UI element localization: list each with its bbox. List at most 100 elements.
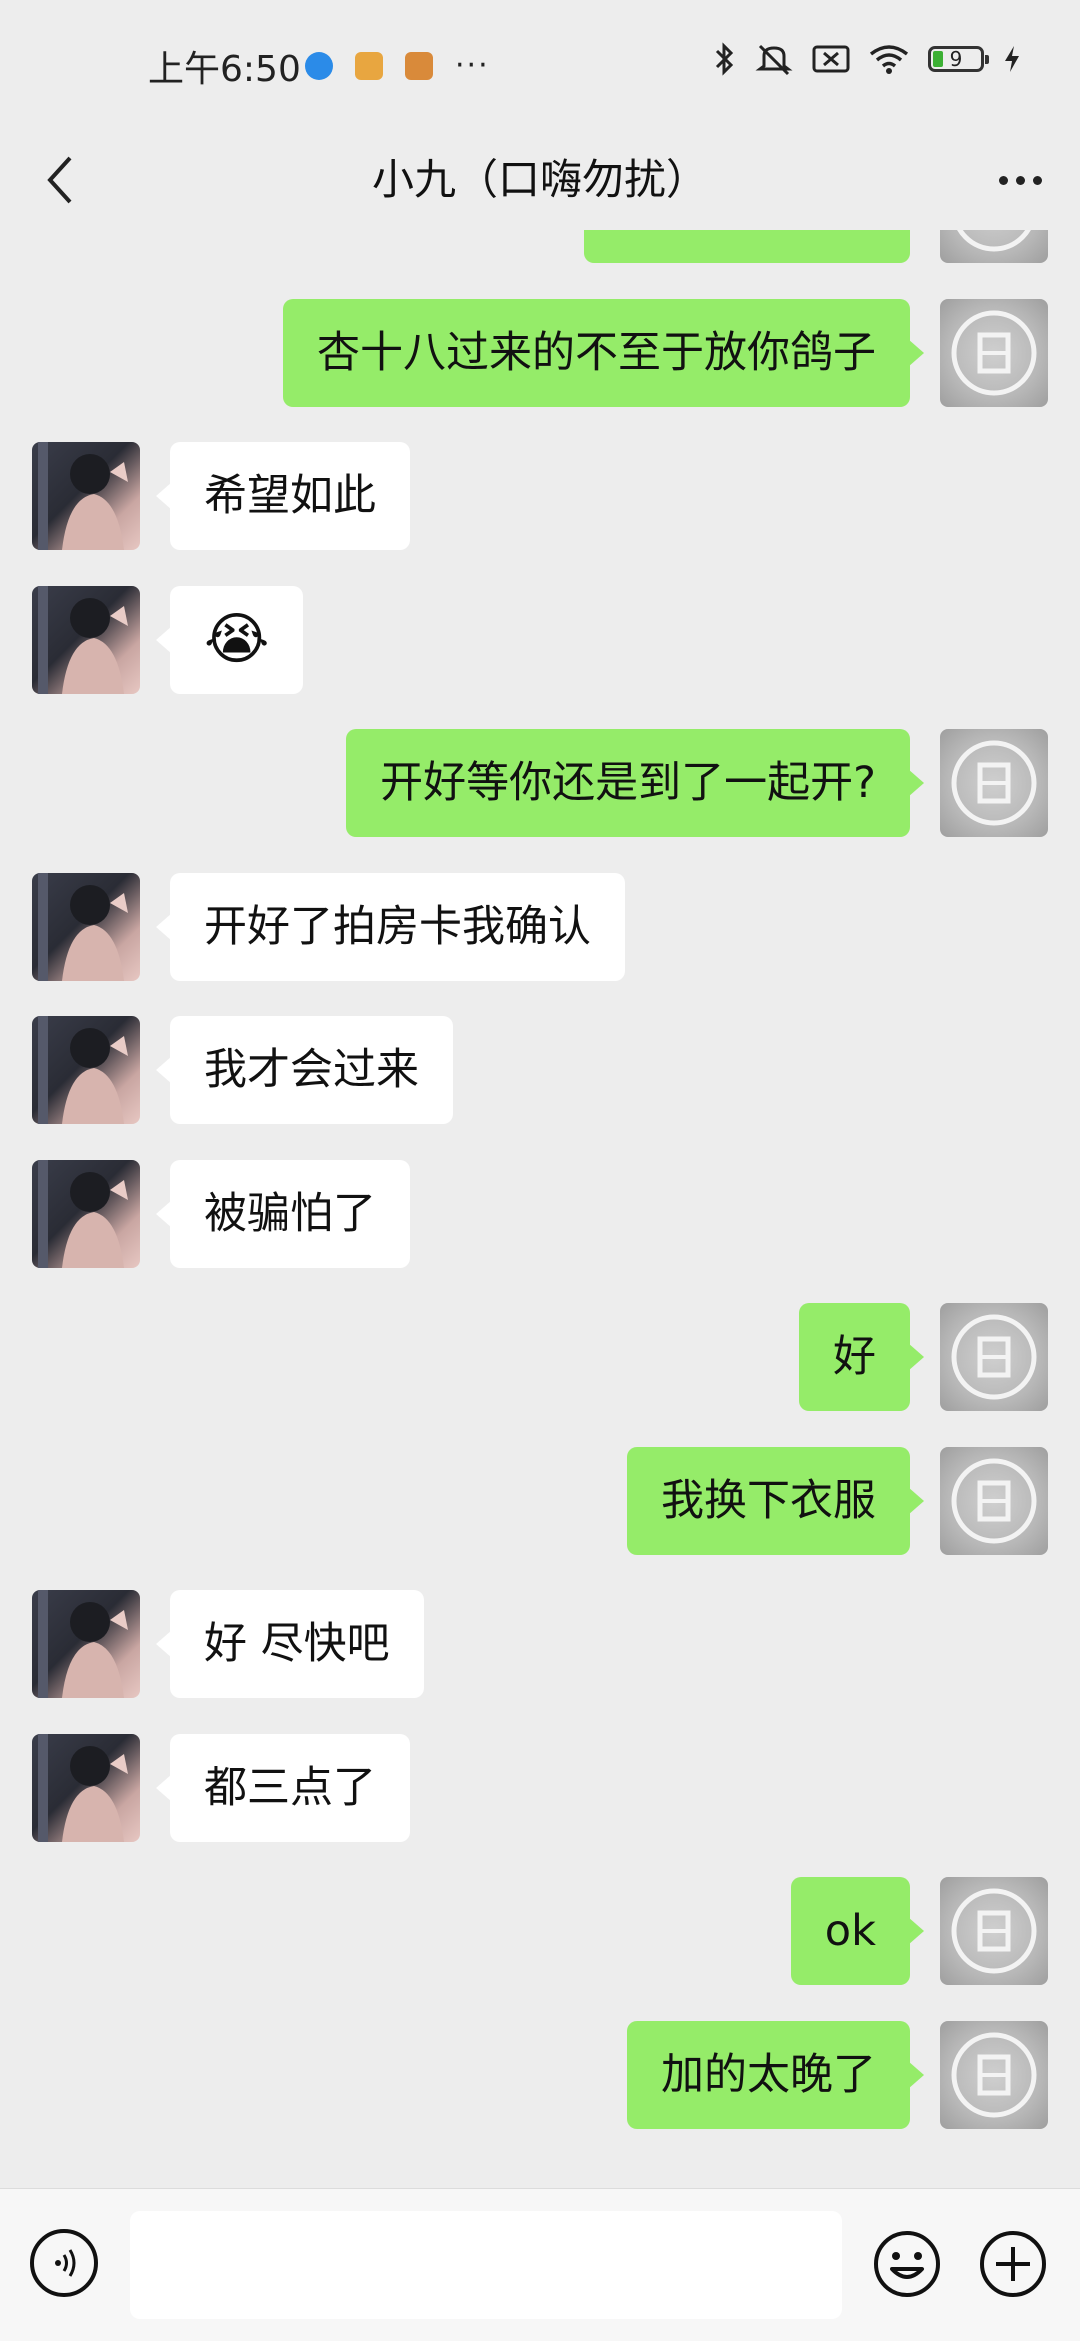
charging-icon: [1005, 46, 1019, 72]
my-avatar[interactable]: [940, 1877, 1048, 1985]
message-bubble[interactable]: 都三点了: [156, 1734, 410, 1842]
more-functions-button[interactable]: [978, 2229, 1048, 2299]
voice-icon: [55, 2249, 76, 2277]
system-icons: 9: [714, 42, 1022, 76]
message-bubble[interactable]: 加的太晚了: [627, 2021, 924, 2129]
message-row-peer: 好 尽快吧: [0, 1590, 1080, 1700]
message-text: 希望如此: [204, 471, 376, 521]
person-photo-icon: [38, 873, 128, 981]
contact-avatar[interactable]: [32, 586, 140, 694]
coin-logo-icon: [951, 1314, 1037, 1400]
my-avatar[interactable]: [940, 299, 1048, 407]
emoji-message: 😭: [204, 607, 270, 672]
wallet-app-icon: [405, 51, 433, 80]
battery-level: 9: [949, 47, 963, 71]
wifi-icon: [869, 45, 909, 74]
message-text: 我才会过来: [204, 1045, 419, 1095]
chat-title: 小九（口嗨勿扰）: [371, 155, 708, 204]
message-bubble[interactable]: 开好了拍房卡我确认: [156, 873, 625, 981]
upload-app-icon: [305, 51, 333, 80]
message-list[interactable]: 好的你拒绝吧杏十八过来的不至于放你鸽子希望如此 😭 开好等你还是到了一起开? 开好了拍…: [0, 230, 1080, 2188]
contact-avatar[interactable]: [32, 873, 140, 981]
message-row-peer: 😭: [0, 586, 1080, 696]
message-bubble[interactable]: 杏十八过来的不至于放你鸽子: [283, 299, 924, 407]
coin-logo-icon: [951, 2032, 1037, 2118]
person-photo-icon: [38, 1590, 128, 1698]
message-bubble[interactable]: 我才会过来: [156, 1016, 453, 1124]
message-row-peer: 我才会过来: [0, 1016, 1080, 1126]
person-photo-icon: [38, 586, 128, 694]
battery-icon: 9: [928, 46, 989, 72]
voice-input-button[interactable]: [30, 2229, 98, 2297]
status-time: 上午6:50: [148, 49, 301, 90]
contact-avatar[interactable]: [32, 1590, 140, 1698]
message-bubble[interactable]: 好的你拒绝吧: [584, 230, 910, 263]
message-text: 被骗怕了: [204, 1189, 376, 1239]
message-bubble[interactable]: 😭: [155, 586, 304, 694]
message-bubble[interactable]: 开好等你还是到了一起开?: [346, 729, 924, 837]
person-photo-icon: [38, 1734, 128, 1842]
message-row-self: 杏十八过来的不至于放你鸽子: [0, 299, 1080, 409]
contact-avatar[interactable]: [32, 1160, 140, 1268]
more-options-button[interactable]: [990, 140, 1050, 220]
message-row-peer: 开好了拍房卡我确认: [0, 873, 1080, 983]
person-photo-icon: [38, 1160, 128, 1268]
message-text: 都三点了: [204, 1763, 376, 1813]
my-avatar[interactable]: [940, 1447, 1048, 1555]
more-notifications-icon: ···: [455, 48, 490, 83]
emoji-button[interactable]: [872, 2229, 942, 2299]
message-text: 加的太晚了: [661, 2050, 876, 2100]
more-dot-icon: [998, 175, 1008, 185]
my-avatar[interactable]: [940, 230, 1048, 263]
coin-logo-icon: [951, 740, 1037, 826]
message-row-self: 加的太晚了: [0, 2021, 1080, 2131]
message-text: 好 尽快吧: [204, 1619, 390, 1669]
message-text: 我换下衣服: [661, 1476, 876, 1526]
more-dot-icon: [1032, 175, 1042, 185]
no-sim-icon: [812, 45, 850, 73]
message-row-peer: 都三点了: [0, 1734, 1080, 1844]
bluetooth-icon: [715, 42, 734, 76]
coin-logo-icon: [951, 1458, 1037, 1544]
message-input[interactable]: [130, 2211, 842, 2319]
message-row-self: ok: [0, 1877, 1080, 1987]
message-text: 开好了拍房卡我确认: [204, 902, 591, 952]
coin-logo-icon: [957, 230, 1031, 252]
status-bar: 上午6:50 ··· 9: [0, 0, 1080, 130]
my-avatar[interactable]: [940, 1303, 1048, 1411]
message-text: 好的你拒绝吧: [618, 230, 876, 234]
my-avatar[interactable]: [940, 2021, 1048, 2129]
my-avatar[interactable]: [940, 729, 1048, 837]
message-bubble[interactable]: ok: [790, 1877, 925, 1985]
message-bubble[interactable]: 被骗怕了: [156, 1160, 410, 1268]
plus-icon: [980, 2231, 1046, 2297]
person-photo-icon: [38, 1016, 128, 1124]
message-row-peer: 被骗怕了: [0, 1160, 1080, 1270]
message-text: 杏十八过来的不至于放你鸽子: [317, 328, 876, 378]
input-bar: [0, 2188, 1080, 2341]
coin-logo-icon: [951, 1888, 1037, 1974]
mute-icon: [755, 44, 793, 76]
tv-app-icon: [355, 51, 383, 80]
more-dot-icon: [1015, 175, 1025, 185]
notification-icons: ···: [305, 48, 490, 83]
message-row-self: 好: [0, 1303, 1080, 1413]
message-bubble[interactable]: 好: [799, 1303, 924, 1411]
contact-avatar[interactable]: [32, 1016, 140, 1124]
message-text: 开好等你还是到了一起开?: [380, 758, 876, 808]
smiley-icon: [874, 2231, 940, 2297]
message-bubble[interactable]: 希望如此: [156, 442, 410, 550]
message-row-self: 好的你拒绝吧: [0, 230, 1080, 265]
message-bubble[interactable]: 我换下衣服: [627, 1447, 924, 1555]
message-row-self: 我换下衣服: [0, 1447, 1080, 1557]
message-text: ok: [824, 1906, 876, 1956]
contact-avatar[interactable]: [32, 1734, 140, 1842]
chat-header: 小九（口嗨勿扰）: [0, 130, 1080, 230]
message-bubble[interactable]: 好 尽快吧: [156, 1590, 424, 1698]
message-row-peer: 希望如此: [0, 442, 1080, 552]
message-text: 好: [833, 1332, 876, 1382]
contact-avatar[interactable]: [32, 442, 140, 550]
message-row-self: 开好等你还是到了一起开?: [0, 729, 1080, 839]
person-photo-icon: [38, 442, 128, 550]
coin-logo-icon: [951, 310, 1037, 396]
